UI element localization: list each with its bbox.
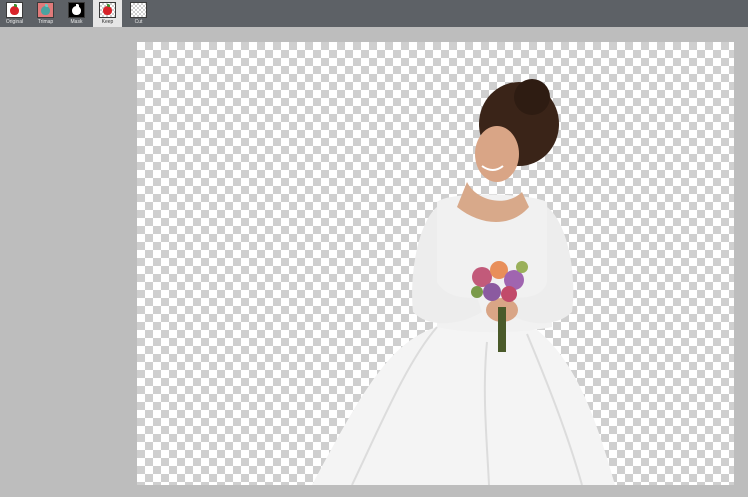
bride-cutout-image (312, 79, 615, 485)
tool-keep-label: Keep (101, 19, 114, 25)
dress-skirt (312, 327, 615, 485)
tool-trimap-label: Trimap (37, 19, 54, 25)
tool-cut-label: Cut (134, 19, 143, 25)
tool-mask[interactable]: Mask (62, 0, 91, 27)
original-thumbnail (6, 2, 23, 18)
apple-icon (10, 6, 19, 15)
trimap-apple-icon (41, 6, 50, 15)
keep-thumbnail (99, 2, 116, 18)
face (475, 126, 519, 182)
tool-cut[interactable]: Cut (124, 0, 153, 27)
cut-icon (130, 2, 147, 18)
leaf-icon (14, 4, 17, 7)
image-canvas[interactable] (137, 42, 734, 485)
leaf-icon (45, 4, 48, 7)
mask-apple-icon (72, 6, 81, 15)
mask-thumbnail (68, 2, 85, 18)
tool-original-label: Original (5, 19, 24, 25)
leaf-icon (107, 4, 110, 7)
keep-apple-icon (103, 6, 112, 15)
tool-keep[interactable]: Keep (93, 0, 122, 27)
trimap-thumbnail (37, 2, 54, 18)
tool-mask-label: Mask (70, 19, 83, 25)
tool-original[interactable]: Original (0, 0, 29, 27)
tool-trimap[interactable]: Trimap (31, 0, 60, 27)
view-mode-toolbar: Original Trimap Mask Keep Cut (0, 0, 748, 27)
leaf-icon (76, 4, 79, 7)
